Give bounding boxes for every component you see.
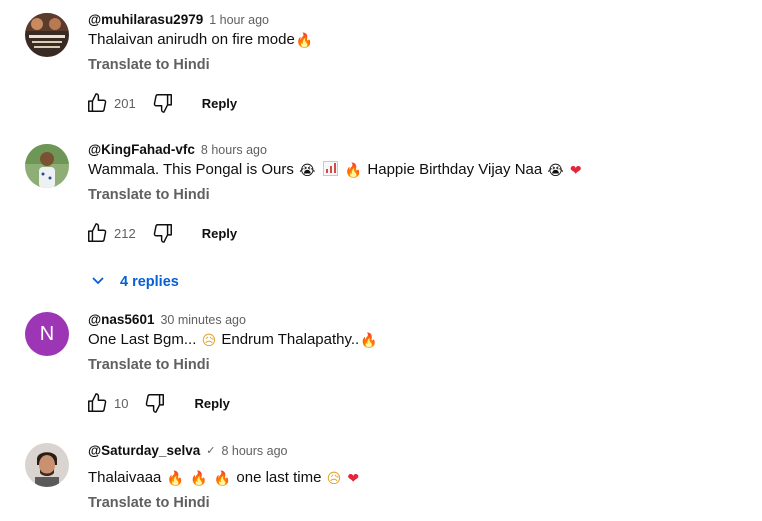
comment-text: Wammala. This Pongal is Ours 😭 🔥 Happie … [88,161,582,178]
avatar[interactable]: N [25,312,69,356]
reply-button[interactable]: Reply [194,396,229,411]
check-icon: ✓ [206,445,216,457]
comment-header: @KingFahad-vfc 8 hours ago [88,142,267,157]
fire-emoji: 🔥 [295,32,314,48]
sad-face-emoji: 😥 [326,470,342,486]
comment-actions: 10 Reply [86,392,230,414]
red-heart-emoji: ❤ [347,470,360,486]
avatar[interactable] [25,13,69,57]
reply-button[interactable]: Reply [202,96,237,111]
avatar[interactable] [25,443,69,487]
comment-time[interactable]: 30 minutes ago [160,313,245,327]
comment-header: @muhilarasu2979 1 hour ago [88,12,269,27]
comment-time[interactable]: 8 hours ago [201,143,267,157]
comment-thread: @muhilarasu2979 1 hour ago Thalaivan ani… [0,12,762,120]
comment-author[interactable]: @muhilarasu2979 [88,12,203,27]
like-count: 201 [114,95,136,111]
thumbs-up-icon[interactable] [86,392,108,414]
comment-author[interactable]: @nas5601 [88,312,154,327]
comment-thread: @KingFahad-vfc 8 hours ago Wammala. This… [0,142,762,292]
replies-count: 4 replies [120,274,179,290]
reply-button[interactable]: Reply [202,226,237,241]
fire-emoji: 🔥 [166,470,184,486]
comment-author[interactable]: @KingFahad-vfc [88,142,195,157]
comment-header: @nas5601 30 minutes ago [88,312,246,327]
fire-emoji: 🔥 [190,470,208,486]
chevron-down-icon [90,272,106,292]
comment-time[interactable]: 8 hours ago [221,444,287,458]
loudly-crying-face-emoji: 😭 [547,162,564,178]
comment-header: @Saturday_selva ✓ 8 hours ago [88,443,287,458]
translate-link[interactable]: Translate to Hindi [88,495,210,511]
translate-link[interactable]: Translate to Hindi [88,357,210,373]
fire-emoji: 🔥 [360,332,378,348]
fire-emoji: 🔥 [213,470,232,486]
comment-actions: 212 Reply [86,222,237,244]
chart-increasing-emoji [322,161,338,176]
comment-text: Thalaivaaa 🔥 🔥 🔥 one last time 😥 ❤ [88,469,360,486]
thumbs-up-icon[interactable] [86,222,108,244]
avatar-letter: N [39,322,55,345]
comment-text: Thalaivan anirudh on fire mode🔥 [88,31,314,48]
comment-text: One Last Bgm... 😥 Endrum Thalapathy..🔥 [88,331,378,348]
avatar[interactable] [25,144,69,188]
like-count: 10 [114,395,129,411]
like-count: 212 [114,225,136,241]
thumbs-up-icon[interactable] [86,92,108,114]
comment-author[interactable]: @Saturday_selva [88,443,200,458]
sad-face-emoji: 😥 [201,332,217,348]
loudly-crying-face-emoji: 😭 [299,162,316,178]
red-heart-emoji: ❤ [569,162,582,178]
show-replies-button[interactable]: 4 replies [90,272,179,292]
thumbs-down-icon[interactable] [152,222,174,244]
thumbs-down-icon[interactable] [152,92,174,114]
comment-actions: 201 Reply [86,92,237,114]
translate-link[interactable]: Translate to Hindi [88,57,210,73]
fire-emoji: 🔥 [344,162,363,178]
comment-time[interactable]: 1 hour ago [209,13,269,27]
comments-section: @muhilarasu2979 1 hour ago Thalaivan ani… [0,0,762,521]
comment-thread: N @nas5601 30 minutes ago One Last Bgm..… [0,312,762,422]
translate-link[interactable]: Translate to Hindi [88,187,210,203]
thumbs-down-icon[interactable] [144,392,166,414]
comment-thread: @Saturday_selva ✓ 8 hours ago Thalaivaaa… [0,443,762,521]
